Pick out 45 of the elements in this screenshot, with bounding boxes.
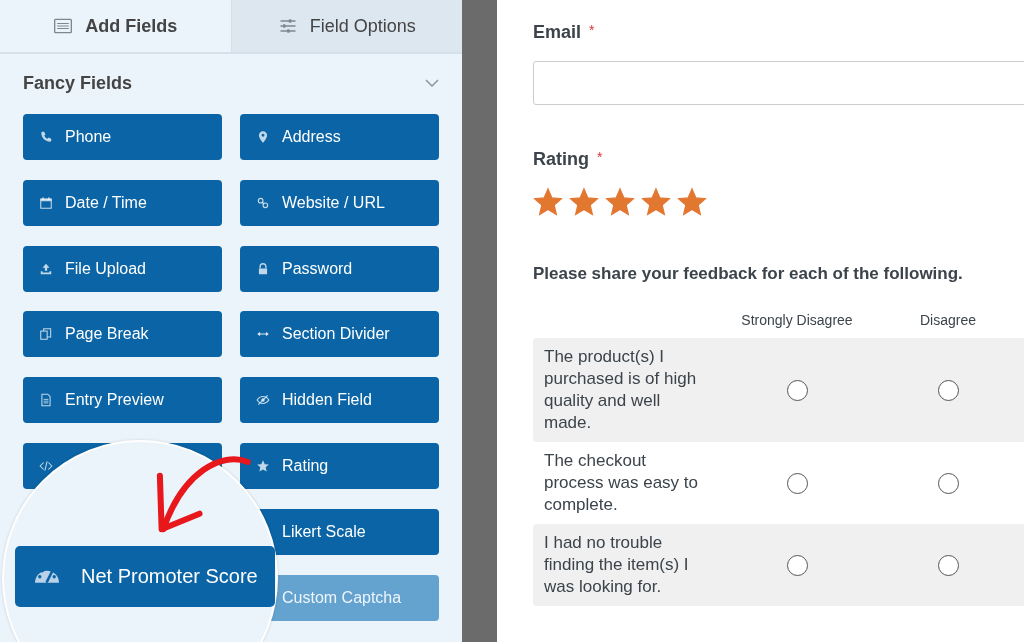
radio-button[interactable] [937,472,959,494]
required-asterisk: * [589,22,595,38]
chevron-icon[interactable] [425,79,439,87]
hidden-eye-icon [256,393,270,408]
star-icon [256,459,270,473]
radio-button[interactable] [937,379,959,401]
required-asterisk: * [597,149,603,165]
map-pin-icon [256,130,270,144]
list-icon [53,16,74,36]
phone-icon [39,130,53,144]
field-button[interactable]: Rating [240,443,439,489]
radio-button[interactable] [786,472,808,494]
statement-text: The product(s) I purchased is of high quality and well made. [544,347,697,432]
pages-icon [39,327,53,342]
upload-icon [39,261,53,276]
gauge-icon [35,570,59,583]
radio-button[interactable] [937,554,959,576]
tab[interactable]: Field Options [231,0,462,52]
field-button[interactable]: Password [240,245,439,292]
radio-button[interactable] [786,379,808,401]
section-title: Fancy Fields [23,72,133,94]
statement-text: I had no trouble finding the item(s) I was looking for. [544,533,689,596]
field-button[interactable]: Entry Preview [23,377,222,424]
field-button[interactable]: Date / Time [23,179,222,226]
field-button[interactable]: File Upload [23,245,222,292]
column-header: Disagree [920,312,976,328]
field-button[interactable]: Website / URL [240,179,439,226]
field-button[interactable]: Address [240,114,439,160]
statement-text: The checkout process was easy to complete. [544,451,698,514]
email-input-field[interactable] [533,61,1024,105]
link-icon [256,195,270,210]
field-button[interactable]: Hidden Field [240,377,439,424]
code-icon [39,459,53,473]
field-button[interactable]: Phone [23,114,222,160]
field-label: Email [533,22,582,43]
field-label: Rating [533,149,589,170]
lock-icon [256,261,270,276]
field-button[interactable]: Net Promoter Score [15,546,275,607]
field-button[interactable]: Page Break [23,311,222,358]
document-icon [39,393,53,408]
calendar-icon [39,195,53,210]
question-text: Please share your feedback for each of the following. [533,264,964,284]
column-header: Strongly Disagree [741,312,853,328]
field-button[interactable]: Section Divider [240,311,439,358]
radio-button[interactable] [786,554,808,576]
